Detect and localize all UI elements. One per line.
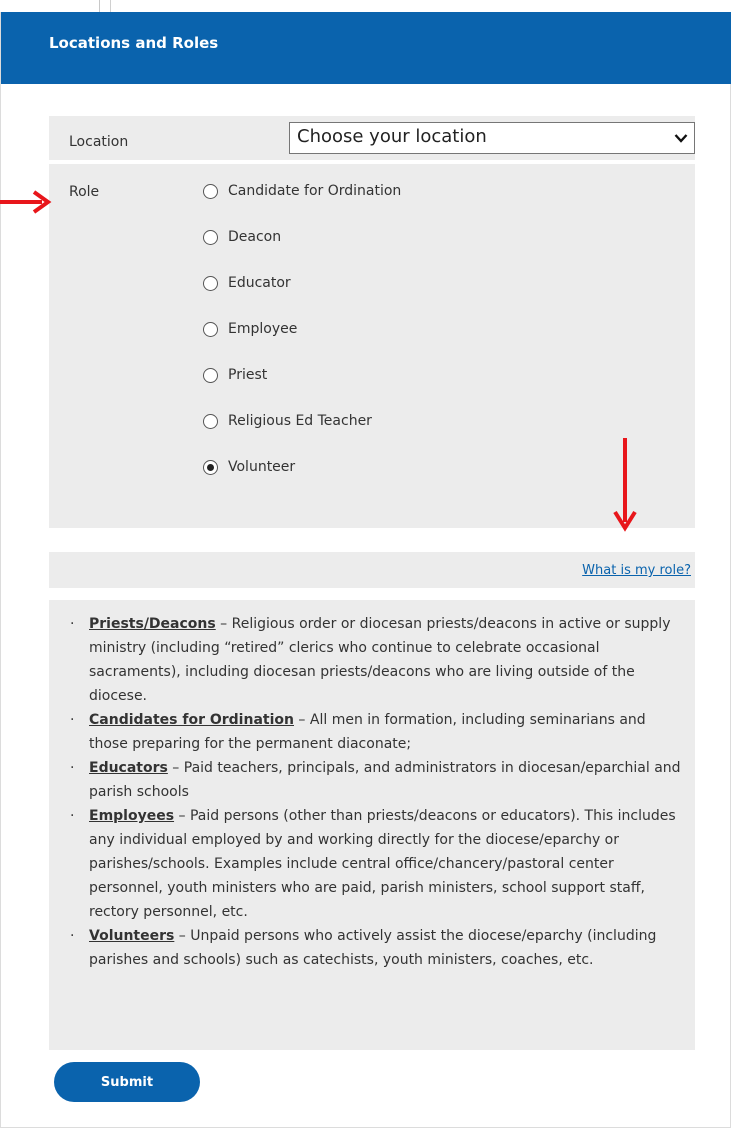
top-divider xyxy=(110,0,111,12)
top-tab-stub xyxy=(0,0,100,12)
section-header: Locations and Roles xyxy=(1,12,731,84)
help-link-row: What is my role? xyxy=(49,552,695,588)
chevron-down-icon xyxy=(674,134,688,143)
list-item: · Candidates for Ordination – All men in … xyxy=(70,712,646,752)
description-text: – Paid teachers, principals, and adminis… xyxy=(89,760,681,800)
location-row: Location Choose your location xyxy=(49,116,695,160)
submit-button[interactable]: Submit xyxy=(54,1062,200,1102)
role-option-label: Priest xyxy=(228,367,268,383)
description-term: Employees xyxy=(89,808,175,824)
description-term: Priests/Deacons xyxy=(89,616,216,632)
role-option-label: Deacon xyxy=(228,229,282,245)
arrow-down-icon xyxy=(613,438,637,532)
radio-button-checked[interactable] xyxy=(203,460,218,475)
radio-button[interactable] xyxy=(203,276,218,291)
form-frame: Locations and Roles Location Choose your… xyxy=(0,12,731,1128)
description-term: Volunteers xyxy=(89,928,175,944)
description-text: – Unpaid persons who actively assist the… xyxy=(89,928,657,968)
radio-button[interactable] xyxy=(203,184,218,199)
section-title: Locations and Roles xyxy=(49,34,219,52)
role-option-label: Candidate for Ordination xyxy=(228,183,402,199)
arrow-right-icon xyxy=(0,190,52,214)
role-option-label: Volunteer xyxy=(228,459,296,475)
role-option-label: Employee xyxy=(228,321,298,337)
role-label: Role xyxy=(69,184,100,200)
what-is-my-role-link[interactable]: What is my role? xyxy=(582,563,691,578)
list-item: · Employees – Paid persons (other than pr… xyxy=(70,808,676,920)
role-panel: Role Candidate for Ordination Deacon Edu… xyxy=(49,164,695,528)
role-option-label: Educator xyxy=(228,275,291,291)
radio-button[interactable] xyxy=(203,368,218,383)
location-label: Location xyxy=(69,134,129,150)
list-item: · Educators – Paid teachers, principals, … xyxy=(70,760,681,800)
list-item: · Volunteers – Unpaid persons who activel… xyxy=(70,928,657,968)
description-term: Candidates for Ordination xyxy=(89,712,294,728)
role-option-label: Religious Ed Teacher xyxy=(228,413,372,429)
radio-button[interactable] xyxy=(203,230,218,245)
location-select-value: Choose your location xyxy=(297,126,487,147)
description-term: Educators xyxy=(89,760,168,776)
radio-button[interactable] xyxy=(203,414,218,429)
description-text: – Paid persons (other than priests/deaco… xyxy=(89,808,676,920)
role-descriptions: · Priests/Deacons – Religious order or di… xyxy=(49,600,695,1050)
list-item: · Priests/Deacons – Religious order or di… xyxy=(70,616,671,704)
location-select[interactable]: Choose your location xyxy=(289,122,695,154)
radio-button[interactable] xyxy=(203,322,218,337)
